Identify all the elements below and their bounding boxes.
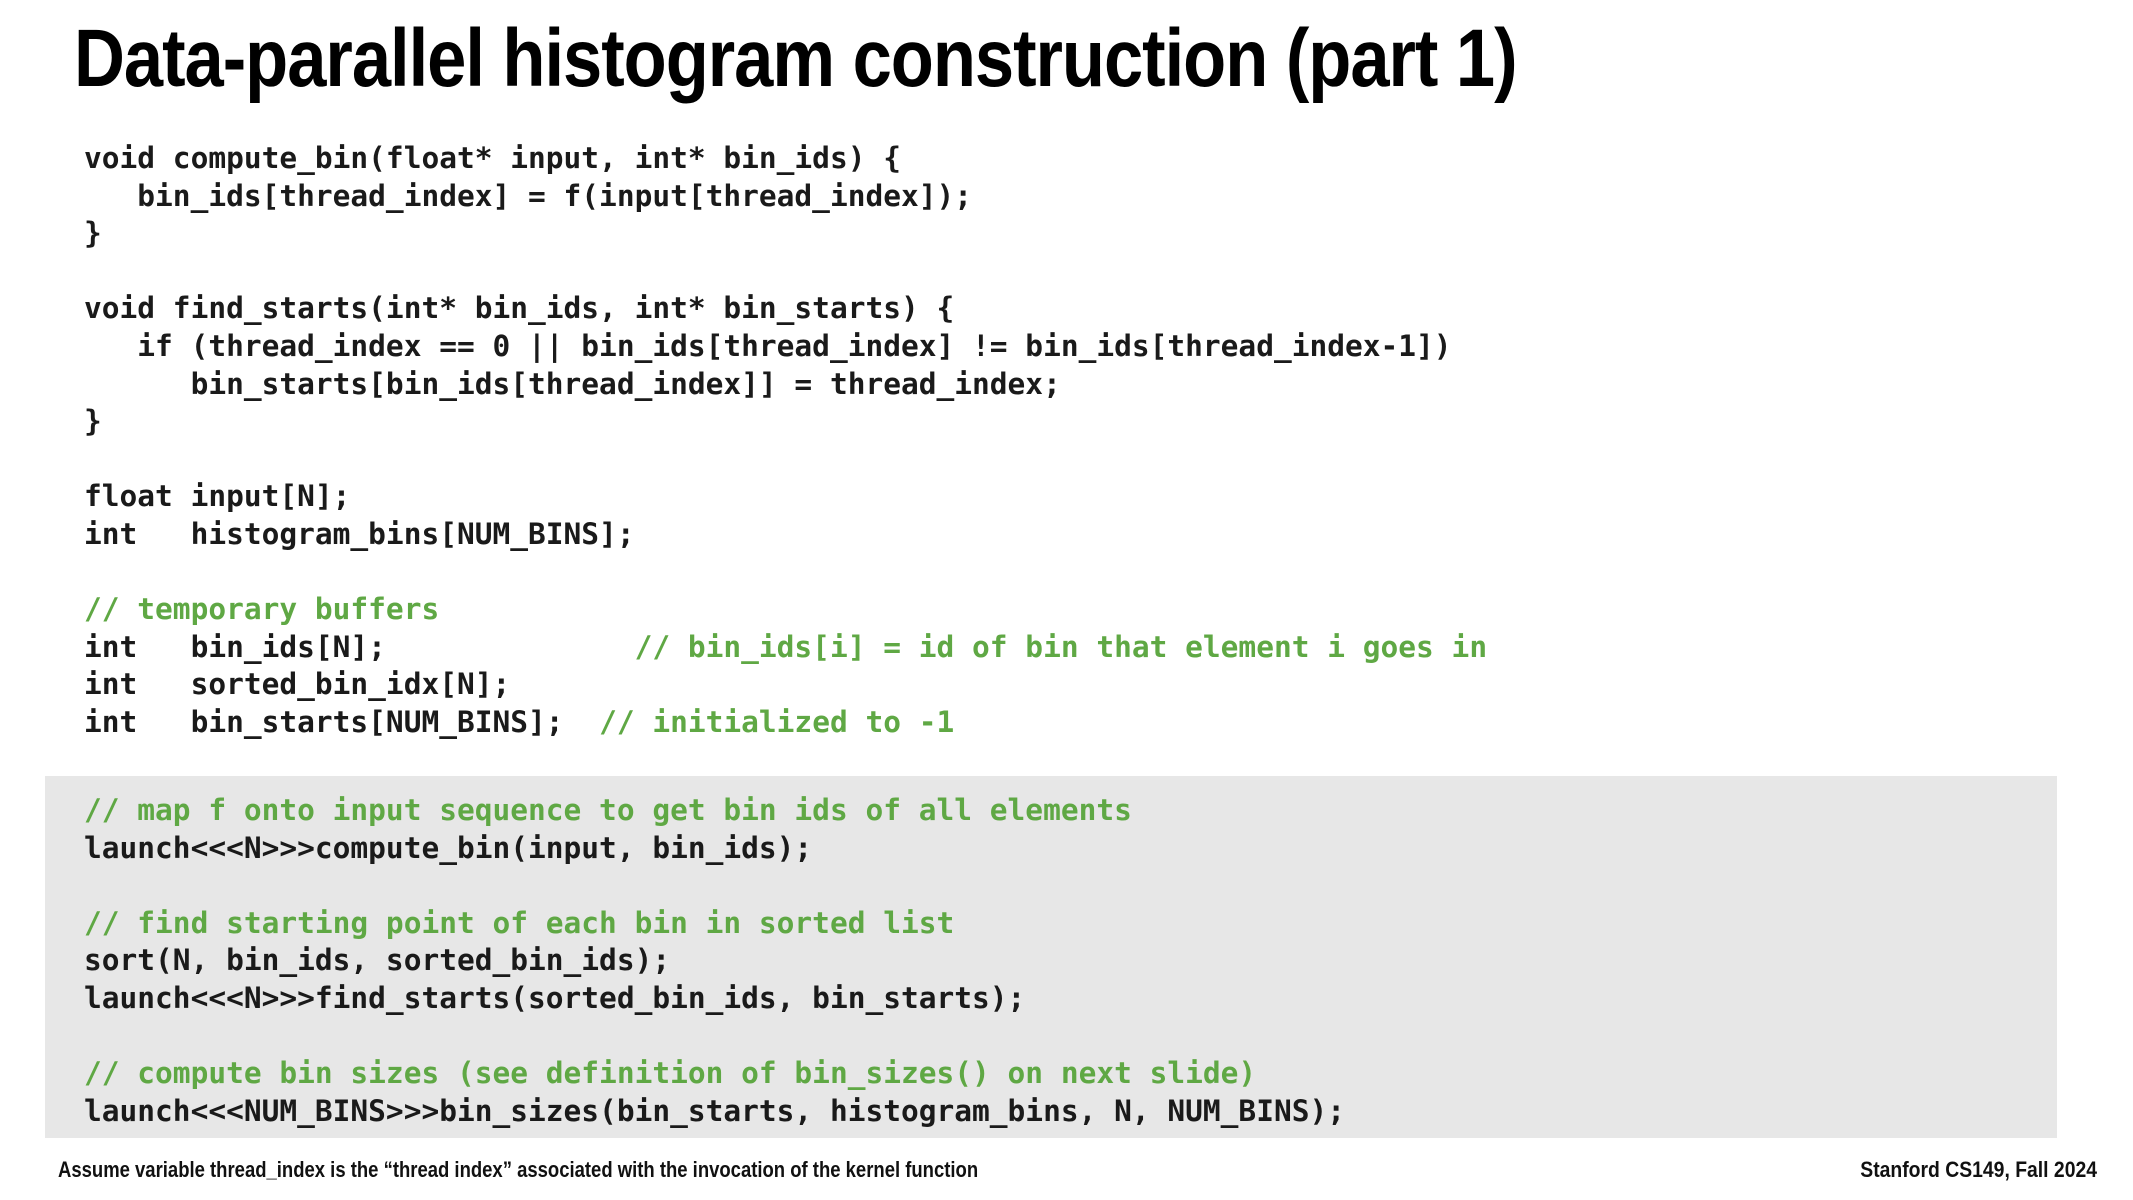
code-line: launch<<<N>>>compute_bin(input, bin_ids)… [84,830,813,865]
comment-text: // temporary buffers [84,592,440,627]
code-line: void find_starts(int* bin_ids, int* bin_… [84,291,955,326]
footer-note: Assume variable thread_index is the “thr… [58,1157,979,1182]
code-line: launch<<<N>>>find_starts(sorted_bin_ids,… [84,980,1026,1015]
code-line: launch<<<NUM_BINS>>>bin_sizes(bin_starts… [84,1093,1345,1128]
code-line-comment: // temporary buffers [0,591,2133,629]
page-title: Data-parallel histogram construction (pa… [74,13,1518,104]
code-line: int histogram_bins[NUM_BINS]; [84,516,635,551]
code-line: bin_ids[thread_index] = f(input[thread_i… [84,178,973,213]
code-line: void compute_bin(float* input, int* bin_… [84,141,901,175]
comment-text: // bin_ids[i] = id of bin that element i… [634,629,1488,664]
code-line: if (thread_index == 0 || bin_ids[thread_… [84,328,1452,363]
code-line-comment: // compute bin sizes (see definition of … [45,1055,2057,1093]
highlighted-code-block: // map f onto input sequence to get bin … [45,776,2057,1138]
footer-credit: Stanford CS149, Fall 2024 [1860,1157,2097,1182]
comment-text: // initialized to -1 [599,704,955,739]
code-line: sort(N, bin_ids, sorted_bin_ids); [84,943,671,978]
code-listing: void compute_bin(float* input, int* bin_… [0,140,2133,742]
code-line: int bin_ids[N]; // bin_ids[i] = id of bi… [0,629,2133,667]
code-line: float input[N]; [84,479,351,514]
code-line-comment: // find starting point of each bin in so… [45,905,2057,943]
code-line: } [84,216,102,251]
code-line: int bin_starts[NUM_BINS]; // initialized… [0,704,2133,742]
code-line: } [84,404,102,439]
comment-text: // map f onto input sequence to get bin … [84,793,1132,827]
code-line-comment: // map f onto input sequence to get bin … [45,792,2057,830]
code-line: int sorted_bin_idx[N]; [84,667,511,702]
comment-text: // compute bin sizes (see definition of … [84,1056,1257,1091]
comment-text: // find starting point of each bin in so… [84,905,955,940]
code-text: int bin_starts[NUM_BINS]; [84,704,600,739]
code-line: bin_starts[bin_ids[thread_index]] = thre… [84,366,1061,401]
code-text: int bin_ids[N]; [84,629,635,664]
